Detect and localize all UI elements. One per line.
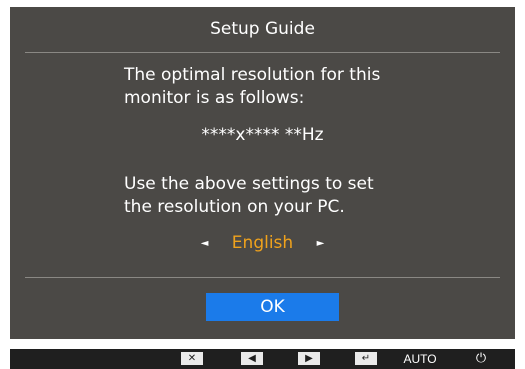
language-next-arrow-icon[interactable]: ► <box>317 238 325 249</box>
optimal-resolution-value: ****x**** **Hz <box>201 125 324 145</box>
instruction-line-1: Use the above settings to set <box>124 174 374 194</box>
resolution-message: The optimal resolution for this monitor … <box>124 64 454 110</box>
enter-key-icon[interactable]: ↵ <box>355 352 377 365</box>
setup-guide-panel: Setup Guide The optimal resolution for t… <box>10 7 515 339</box>
bottom-divider <box>25 277 500 278</box>
language-prev-arrow-icon[interactable]: ◄ <box>201 238 209 249</box>
top-divider <box>25 52 500 53</box>
auto-key-label[interactable]: AUTO <box>401 352 439 366</box>
language-value: English <box>231 233 294 253</box>
panel-title: Setup Guide <box>210 19 315 39</box>
close-key-icon[interactable]: ✕ <box>181 352 203 365</box>
power-icon[interactable]: ⏻ <box>472 352 490 366</box>
instruction-message: Use the above settings to set the resolu… <box>124 173 454 219</box>
instruction-line-2: the resolution on your PC. <box>124 197 345 217</box>
resolution-message-line-2: monitor is as follows: <box>124 88 305 108</box>
ok-button[interactable]: OK <box>206 293 339 321</box>
language-selector[interactable]: ◄ English ► <box>10 233 515 257</box>
resolution-message-line-1: The optimal resolution for this <box>124 65 381 85</box>
monitor-key-guide-bar: ✕ ◀ ▶ ↵ AUTO ⏻ <box>10 349 515 369</box>
right-key-icon[interactable]: ▶ <box>298 352 320 365</box>
left-key-icon[interactable]: ◀ <box>241 352 263 365</box>
